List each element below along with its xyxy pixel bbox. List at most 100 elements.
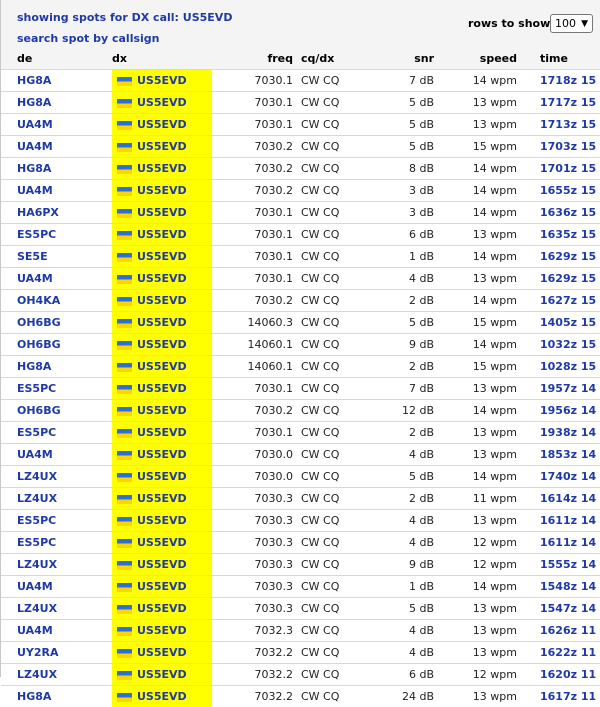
spotter-link[interactable]: UA4M: [17, 448, 53, 461]
spotter-link[interactable]: LZ4UX: [17, 668, 57, 681]
time-link[interactable]: 1555z 14 Oct: [540, 558, 600, 571]
spotter-link[interactable]: HG8A: [17, 74, 51, 87]
time-link[interactable]: 1032z 15 Oct: [540, 338, 600, 351]
dx-call-link[interactable]: US5EVD: [137, 338, 187, 351]
rows-to-show-select[interactable]: 100 ▼: [550, 14, 593, 33]
spotter-link[interactable]: LZ4UX: [17, 558, 57, 571]
spotter-link[interactable]: LZ4UX: [17, 470, 57, 483]
spotter-link[interactable]: UA4M: [17, 184, 53, 197]
dx-call-link[interactable]: US5EVD: [137, 184, 187, 197]
spotter-link[interactable]: OH6BG: [17, 316, 61, 329]
dx-call-link[interactable]: US5EVD: [137, 360, 187, 373]
time-link[interactable]: 1703z 15 Oct: [540, 140, 600, 153]
time-link[interactable]: 1956z 14 Oct: [540, 404, 600, 417]
table-row: UA4MUS5EVD7030.0CW CQ4 dB13 wpm1853z 14 …: [1, 444, 600, 466]
time-link[interactable]: 1701z 15 Oct: [540, 162, 600, 175]
spotter-link[interactable]: HG8A: [17, 690, 51, 703]
time-link[interactable]: 1636z 15 Oct: [540, 206, 600, 219]
spotter-link[interactable]: UA4M: [17, 118, 53, 131]
dx-call-link[interactable]: US5EVD: [137, 536, 187, 549]
speed-cell: 13 wpm: [434, 114, 517, 136]
dx-call-link[interactable]: US5EVD: [137, 118, 187, 131]
time-link[interactable]: 1629z 15 Oct: [540, 250, 600, 263]
dx-call-link[interactable]: US5EVD: [137, 162, 187, 175]
dx-call-link[interactable]: US5EVD: [137, 140, 187, 153]
dx-call-link[interactable]: US5EVD: [137, 294, 187, 307]
spotter-link[interactable]: SE5E: [17, 250, 48, 263]
time-link[interactable]: 1611z 14 Oct: [540, 514, 600, 527]
spotter-link[interactable]: LZ4UX: [17, 492, 57, 505]
spotter-link[interactable]: OH4KA: [17, 294, 60, 307]
time-link[interactable]: 1629z 15 Oct: [540, 272, 600, 285]
dx-call-link[interactable]: US5EVD: [137, 426, 187, 439]
dx-call-link[interactable]: US5EVD: [137, 470, 187, 483]
spotter-link[interactable]: ES5PC: [17, 514, 56, 527]
time-link[interactable]: 1938z 14 Oct: [540, 426, 600, 439]
time-link[interactable]: 1655z 15 Oct: [540, 184, 600, 197]
time-link[interactable]: 1405z 15 Oct: [540, 316, 600, 329]
time-link[interactable]: 1620z 11 Oct: [540, 668, 600, 681]
time-link[interactable]: 1611z 14 Oct: [540, 536, 600, 549]
spotter-link[interactable]: OH6BG: [17, 404, 61, 417]
time-link[interactable]: 1717z 15 Oct: [540, 96, 600, 109]
time-link[interactable]: 1617z 11 Oct: [540, 690, 600, 703]
spotter-cell: UA4M: [1, 268, 112, 290]
spotter-link[interactable]: OH6BG: [17, 338, 61, 351]
spotter-link[interactable]: ES5PC: [17, 536, 56, 549]
dx-call-link[interactable]: US5EVD: [137, 690, 187, 703]
time-link[interactable]: 1853z 14 Oct: [540, 448, 600, 461]
spotter-link[interactable]: HG8A: [17, 360, 51, 373]
dx-call-link[interactable]: US5EVD: [137, 250, 187, 263]
dx-call-link[interactable]: US5EVD: [137, 602, 187, 615]
dx-call-link[interactable]: US5EVD: [137, 514, 187, 527]
time-link[interactable]: 1626z 11 Oct: [540, 624, 600, 637]
dx-call-link[interactable]: US5EVD: [137, 646, 187, 659]
dx-call-link[interactable]: US5EVD: [137, 448, 187, 461]
spotter-link[interactable]: UA4M: [17, 140, 53, 153]
spotter-link[interactable]: HG8A: [17, 162, 51, 175]
spotter-cell: OH6BG: [1, 400, 112, 422]
ukraine-flag-icon: [117, 363, 132, 372]
dx-call-link[interactable]: US5EVD: [137, 580, 187, 593]
time-link[interactable]: 1028z 15 Oct: [540, 360, 600, 373]
dx-call-link[interactable]: US5EVD: [137, 404, 187, 417]
time-link[interactable]: 1547z 14 Oct: [540, 602, 600, 615]
dx-call-link[interactable]: US5EVD: [137, 96, 187, 109]
ukraine-flag-icon: [117, 341, 132, 350]
time-link[interactable]: 1713z 15 Oct: [540, 118, 600, 131]
snr-cell: 24 dB: [383, 686, 434, 707]
time-link[interactable]: 1548z 14 Oct: [540, 580, 600, 593]
dx-call-link[interactable]: US5EVD: [137, 228, 187, 241]
spotter-link[interactable]: UA4M: [17, 272, 53, 285]
spotter-link[interactable]: ES5PC: [17, 382, 56, 395]
dx-call-link[interactable]: US5EVD: [137, 316, 187, 329]
time-link[interactable]: 1718z 15 Oct: [540, 74, 600, 87]
dx-call-link[interactable]: US5EVD: [137, 74, 187, 87]
spotter-link[interactable]: LZ4UX: [17, 602, 57, 615]
time-link[interactable]: 1635z 15 Oct: [540, 228, 600, 241]
dx-call-link[interactable]: US5EVD: [137, 206, 187, 219]
time-link[interactable]: 1622z 11 Oct: [540, 646, 600, 659]
spotter-link[interactable]: HG8A: [17, 96, 51, 109]
spotter-link[interactable]: ES5PC: [17, 426, 56, 439]
time-link[interactable]: 1627z 15 Oct: [540, 294, 600, 307]
dx-call-link[interactable]: US5EVD: [137, 624, 187, 637]
spotter-link[interactable]: UA4M: [17, 580, 53, 593]
time-link[interactable]: 1614z 14 Oct: [540, 492, 600, 505]
dx-call-link[interactable]: US5EVD: [137, 272, 187, 285]
spotter-link[interactable]: UY2RA: [17, 646, 59, 659]
dx-call-link[interactable]: US5EVD: [137, 382, 187, 395]
search-spot-link[interactable]: search spot by callsign: [17, 32, 159, 45]
spotter-cell: UA4M: [1, 444, 112, 466]
dx-call-link[interactable]: US5EVD: [137, 558, 187, 571]
ukraine-flag-icon: [117, 693, 132, 702]
time-link[interactable]: 1957z 14 Oct: [540, 382, 600, 395]
spotter-link[interactable]: UA4M: [17, 624, 53, 637]
spotter-link[interactable]: HA6PX: [17, 206, 59, 219]
spotter-link[interactable]: ES5PC: [17, 228, 56, 241]
snr-cell: 5 dB: [383, 312, 434, 334]
dx-call-link[interactable]: US5EVD: [137, 668, 187, 681]
time-link[interactable]: 1740z 14 Oct: [540, 470, 600, 483]
dx-call-link[interactable]: US5EVD: [137, 492, 187, 505]
mode-cell: CW CQ: [301, 664, 383, 686]
